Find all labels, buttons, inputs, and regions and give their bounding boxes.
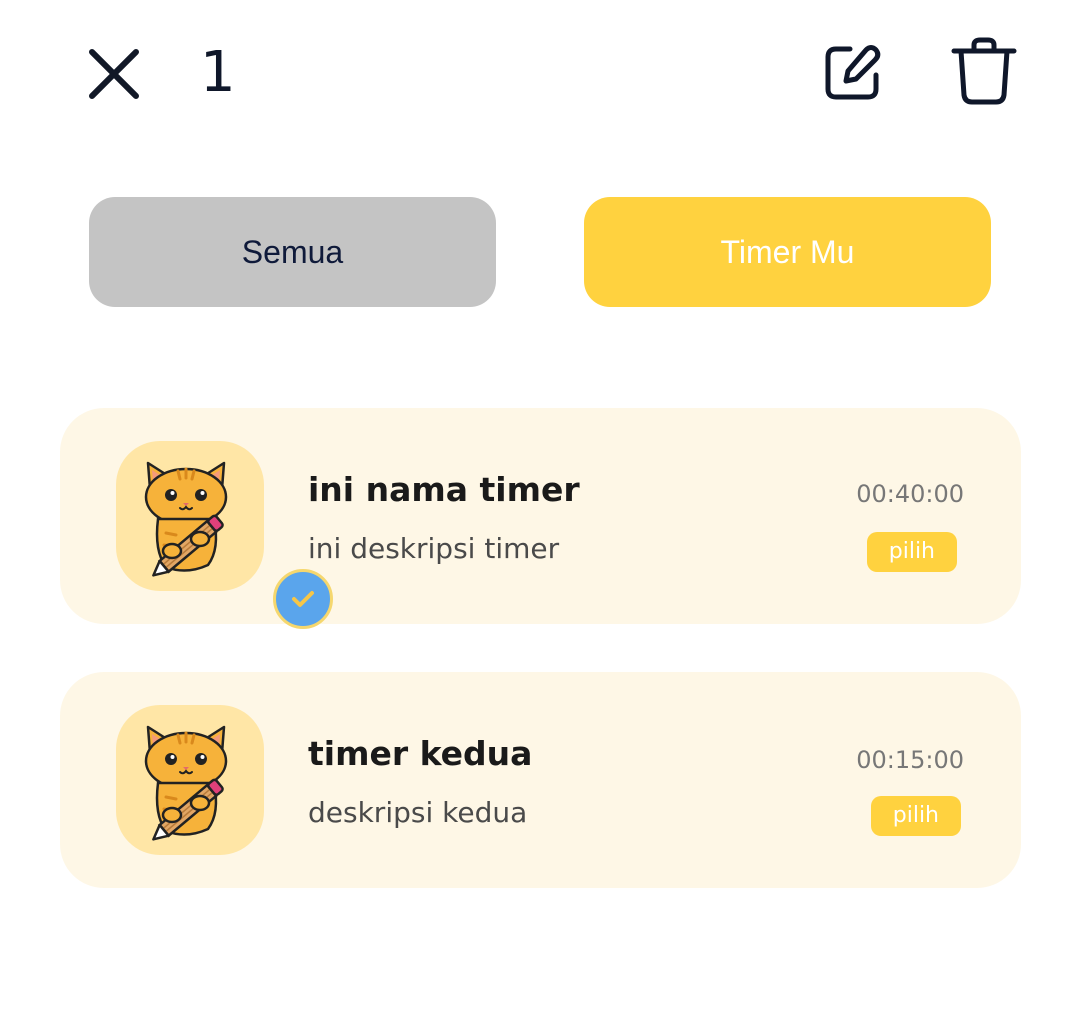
close-icon <box>89 49 139 99</box>
timer-duration: 00:15:00 <box>856 746 964 774</box>
selected-count: 1 <box>200 40 236 105</box>
tab-my-timers[interactable]: Timer Mu <box>584 197 991 307</box>
timer-description: deskripsi kedua <box>308 796 528 829</box>
timer-name: timer kedua <box>308 734 533 773</box>
timer-duration: 00:40:00 <box>856 480 964 508</box>
timer-card[interactable]: timer kedua deskripsi kedua 00:15:00 pil… <box>60 672 1021 888</box>
check-icon <box>292 591 314 607</box>
cat-with-pencil-icon <box>144 725 228 841</box>
timer-avatar <box>116 705 264 855</box>
timer-card[interactable]: ini nama timer ini deskripsi timer 00:40… <box>60 408 1021 629</box>
close-selection-button[interactable] <box>82 42 146 106</box>
edit-icon <box>825 45 881 100</box>
timer-avatar <box>116 441 333 629</box>
timer-description: ini deskripsi timer <box>308 532 560 565</box>
delete-button[interactable] <box>948 34 1020 108</box>
selection-header: 1 <box>0 0 1080 150</box>
pick-timer-button[interactable]: pilih <box>870 796 961 836</box>
edit-button[interactable] <box>818 40 886 106</box>
selected-badge <box>273 569 333 629</box>
pick-timer-button[interactable]: pilih <box>866 532 957 572</box>
cat-with-pencil-icon <box>144 461 228 577</box>
tab-all[interactable]: Semua <box>89 197 496 307</box>
trash-icon <box>951 37 1017 105</box>
timer-name: ini nama timer <box>308 470 580 509</box>
